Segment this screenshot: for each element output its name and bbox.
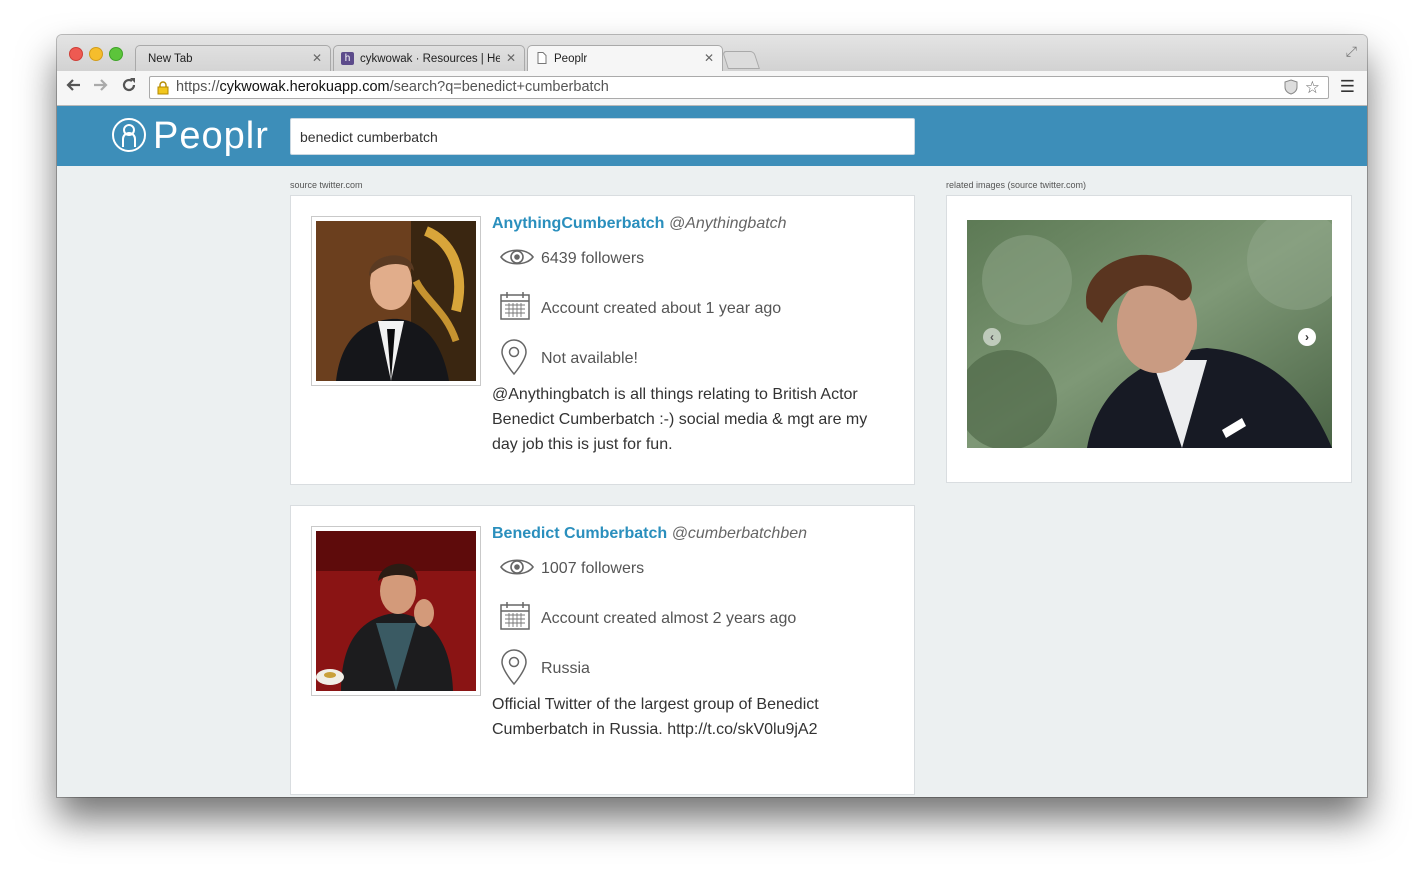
related-images-label: related images (source twitter.com) [946, 180, 1087, 190]
image-carousel[interactable]: ‹ › [967, 220, 1332, 448]
result-card: AnythingCumberbatch @Anythingbatch 6439 … [290, 195, 915, 485]
person-logo-icon [112, 118, 146, 152]
browser-toolbar: https://cykwowak.herokuapp.com/search?q=… [57, 71, 1367, 106]
result-card: Benedict Cumberbatch @cumberbatchben 100… [290, 505, 915, 795]
map-pin-icon [501, 649, 527, 686]
bookmark-star-icon[interactable]: ☆ [1305, 77, 1320, 98]
tab-close-icon[interactable]: ✕ [312, 51, 322, 65]
avatar[interactable] [311, 526, 481, 696]
carousel-image [967, 220, 1332, 448]
account-created-text: Account created about 1 year ago [541, 300, 782, 317]
tab-label: Peoplr [554, 53, 588, 65]
site-header: Peoplr [57, 106, 1367, 166]
reload-icon[interactable] [121, 77, 137, 97]
result-name: Benedict Cumberbatch @cumberbatchben [492, 525, 807, 543]
insecure-lock-icon[interactable] [156, 80, 170, 101]
search-input[interactable] [290, 118, 915, 155]
bio-text: @Anythingbatch is all things relating to… [492, 386, 868, 453]
display-name-link[interactable]: Benedict Cumberbatch [492, 525, 667, 542]
result-name: AnythingCumberbatch @Anythingbatch [492, 215, 787, 233]
back-icon[interactable] [65, 77, 81, 97]
followers-count: 6439 followers [541, 250, 645, 267]
related-images-card: ‹ › [946, 195, 1352, 483]
address-bar[interactable]: https://cykwowak.herokuapp.com/search?q=… [149, 76, 1329, 99]
zoom-window-button[interactable] [109, 47, 123, 61]
minimize-window-button[interactable] [89, 47, 103, 61]
new-tab-button[interactable] [722, 51, 760, 69]
eye-icon [500, 559, 534, 575]
tab-close-icon[interactable]: ✕ [704, 51, 714, 65]
browser-window: New Tab ✕ h cykwowak · Resources | Herok… [57, 35, 1367, 797]
map-pin-icon [501, 339, 527, 376]
user-handle: @cumberbatchben [671, 525, 808, 542]
page-favicon-icon [535, 52, 548, 65]
fullscreen-icon[interactable]: ⤢ [1346, 43, 1357, 60]
heroku-favicon-icon: h [341, 52, 354, 65]
location-text: Russia [541, 660, 590, 677]
calendar-icon [500, 292, 530, 320]
tab-close-icon[interactable]: ✕ [506, 51, 516, 65]
location-text: Not available! [541, 350, 638, 367]
carousel-next-icon[interactable]: › [1298, 328, 1316, 346]
peoplr-logo[interactable]: Peoplr [111, 114, 281, 158]
followers-count: 1007 followers [541, 560, 645, 577]
user-handle: @Anythingbatch [668, 215, 787, 232]
page-content: Peoplr source twitter.com related images… [57, 106, 1367, 797]
tab-heroku[interactable]: h cykwowak · Resources | Heroku ✕ [333, 45, 525, 71]
logo-text: Peoplr [153, 115, 269, 157]
tab-label: New Tab [148, 53, 193, 65]
shield-icon[interactable] [1284, 79, 1298, 101]
bio-text: Official Twitter of the largest group of… [492, 696, 819, 738]
close-window-button[interactable] [69, 47, 83, 61]
eye-icon [500, 249, 534, 265]
display-name-link[interactable]: AnythingCumberbatch [492, 215, 664, 232]
tab-label: cykwowak · Resources | Heroku [360, 53, 500, 65]
tab-strip: New Tab ✕ h cykwowak · Resources | Herok… [57, 35, 1367, 71]
avatar[interactable] [311, 216, 481, 386]
url-text: https://cykwowak.herokuapp.com/search?q=… [176, 79, 609, 95]
tab-peoplr[interactable]: Peoplr ✕ [527, 45, 723, 71]
calendar-icon [500, 602, 530, 630]
tab-new-tab[interactable]: New Tab ✕ [135, 45, 331, 71]
menu-icon[interactable]: ☰ [1340, 78, 1355, 96]
profile-photo [316, 531, 476, 691]
results-source-label: source twitter.com [290, 180, 363, 190]
profile-photo [316, 221, 476, 381]
carousel-prev-icon[interactable]: ‹ [983, 328, 1001, 346]
forward-icon[interactable] [93, 77, 109, 97]
account-created-text: Account created almost 2 years ago [541, 610, 797, 627]
